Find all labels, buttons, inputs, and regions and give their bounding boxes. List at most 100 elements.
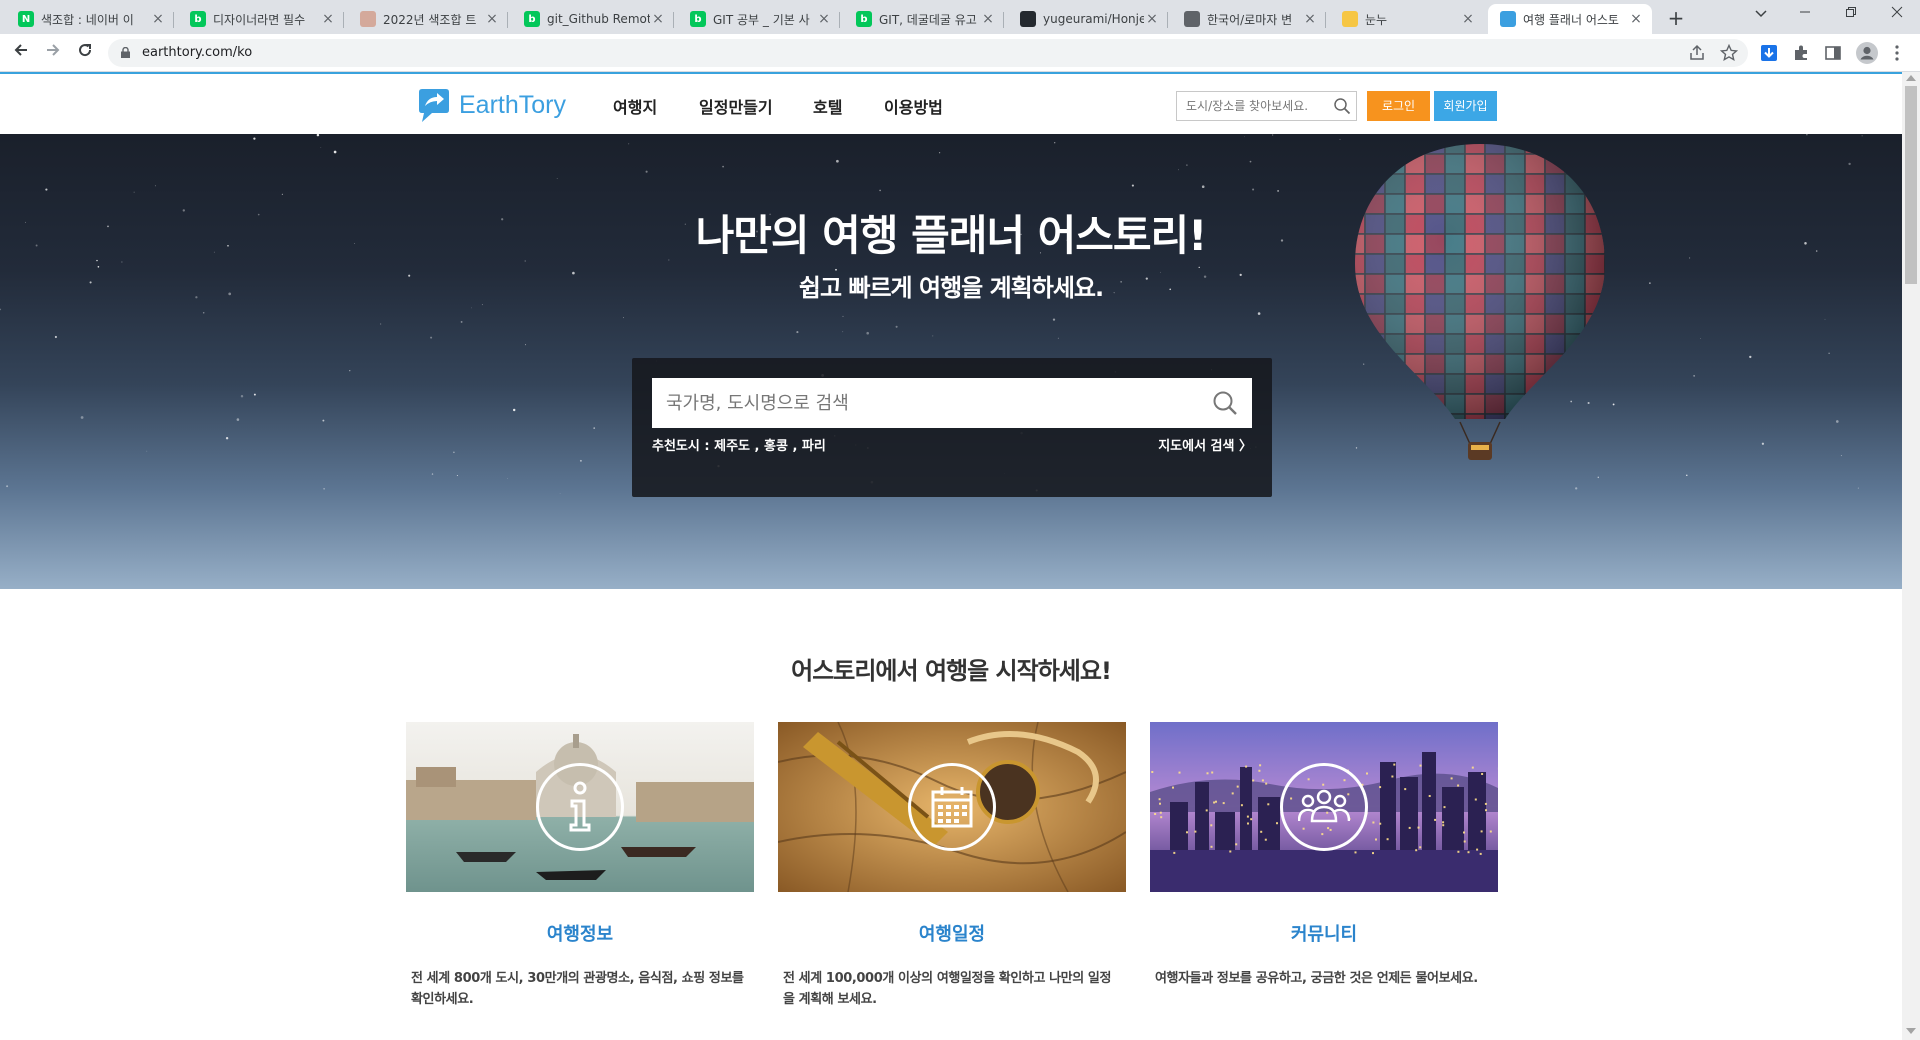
tab-title: 색조합 : 네이버 이 [41, 12, 134, 27]
forward-button[interactable] [40, 40, 66, 66]
venice-image [406, 722, 754, 892]
card-title[interactable]: 여행정보 [406, 920, 754, 946]
back-button[interactable] [8, 40, 34, 66]
browser-tab[interactable]: 2022년 색조합 트 × [348, 4, 508, 34]
recommended-city-hongkong[interactable]: 홍콩 [764, 439, 788, 454]
tab-close-icon[interactable]: × [980, 11, 996, 27]
community-icon [1298, 789, 1350, 823]
recommended-city-jeju[interactable]: 제주도 [714, 439, 750, 454]
header-search-input[interactable] [1177, 92, 1327, 120]
main-search-box: 추천도시 : 제주도 , 홍콩 , 파리 지도에서 검색 〉 [632, 358, 1272, 497]
search-icon[interactable] [1333, 97, 1351, 115]
minimize-button[interactable] [1782, 0, 1828, 30]
tab-separator [1325, 12, 1326, 28]
browser-tab[interactable]: b 디자이너라면 필수 × [178, 4, 344, 34]
browser-tab[interactable]: 한국어/로마자 변 × [1172, 4, 1326, 34]
tab-title: 여행 플래너 어스토 [1523, 12, 1619, 27]
nav-destinations[interactable]: 여행지 [613, 94, 657, 118]
tab-favicon-icon [1020, 11, 1036, 27]
close-window-button[interactable] [1874, 0, 1920, 30]
hero-banner: 나만의 여행 플래너 어스토리! 쉽고 빠르게 여행을 계획하세요. 추천도시 … [0, 134, 1902, 589]
restore-icon [1846, 7, 1856, 17]
extensions-icon[interactable] [1792, 44, 1810, 62]
card-travel-itinerary[interactable]: 여행일정 전 세계 100,000개 이상의 여행일정을 확인하고 나만의 일정… [778, 722, 1126, 1010]
browser-tab[interactable]: b git_Github Remote × [512, 4, 674, 34]
tab-close-icon[interactable]: × [1460, 11, 1476, 27]
tab-favicon-icon: b [524, 11, 540, 27]
download-icon[interactable] [1760, 44, 1778, 62]
login-button[interactable]: 로그인 [1367, 91, 1430, 121]
card-title[interactable]: 커뮤니티 [1150, 920, 1498, 946]
info-icon [569, 781, 591, 832]
close-icon [1891, 6, 1903, 18]
recommended-city-paris[interactable]: 파리 [802, 439, 826, 454]
card-description: 전 세계 800개 도시, 30만개의 관광명소, 음식점, 쇼핑 정보를 확인… [411, 971, 744, 1007]
browser-tab[interactable]: yugeurami/Honjec × [1008, 4, 1168, 34]
nav-hotel[interactable]: 호텔 [813, 94, 842, 118]
nav-how-to-use[interactable]: 이용방법 [884, 94, 943, 118]
scroll-up-arrow[interactable] [1906, 75, 1916, 81]
browser-tab-bar: N 색조합 : 네이버 이 × b 디자이너라면 필수 × 2022년 색조합 트 × b git… [0, 0, 1920, 34]
card-description: 전 세계 100,000개 이상의 여행일정을 확인하고 나만의 일정을 계획해… [783, 971, 1112, 1007]
browser-tab[interactable]: 눈누 × [1330, 4, 1484, 34]
tab-title: 눈누 [1365, 12, 1388, 27]
tab-favicon-icon [1500, 11, 1516, 27]
tab-close-icon[interactable]: × [650, 11, 666, 27]
tab-favicon-icon: b [190, 11, 206, 27]
more-menu-icon[interactable] [1888, 44, 1906, 62]
tab-favicon-icon [1342, 11, 1358, 27]
browser-tab[interactable]: b GIT 공부 _ 기본 사 × [678, 4, 840, 34]
tab-search-button[interactable] [1738, 0, 1784, 30]
scrollbar-thumb[interactable] [1905, 86, 1917, 284]
tab-title: GIT 공부 _ 기본 사 [713, 12, 810, 27]
tab-close-icon[interactable]: × [150, 11, 166, 27]
browser-tab[interactable]: 여행 플래너 어스토 × [1488, 4, 1652, 34]
recommended-cities: 추천도시 : 제주도 , 홍콩 , 파리 [652, 439, 826, 454]
tab-close-icon[interactable]: × [1302, 11, 1318, 27]
recommended-label: 추천도시 : [652, 439, 710, 454]
hero-subtitle: 쉽고 빠르게 여행을 계획하세요. [798, 274, 1104, 302]
header-search [1176, 91, 1357, 121]
address-bar[interactable]: earthtory.com/ko [108, 39, 1748, 67]
tab-title: GIT, 데굴데굴 유고 [879, 12, 977, 27]
url-text: earthtory.com/ko [142, 45, 253, 60]
scroll-down-arrow[interactable] [1906, 1028, 1916, 1034]
profile-avatar-icon[interactable] [1856, 42, 1878, 64]
tab-title: 한국어/로마자 변 [1207, 12, 1293, 27]
card-travel-info[interactable]: 여행정보 전 세계 800개 도시, 30만개의 관광명소, 음식점, 쇼핑 정… [406, 722, 754, 1010]
map-search-link[interactable]: 지도에서 검색 〉 [1158, 435, 1252, 454]
tab-separator [343, 12, 344, 28]
card-community[interactable]: 커뮤니티 여행자들과 정보를 공유하고, 궁금한 것은 언제든 물어보세요. [1150, 722, 1498, 989]
card-description: 여행자들과 정보를 공유하고, 궁금한 것은 언제든 물어보세요. [1155, 971, 1478, 986]
tab-close-icon[interactable]: × [484, 11, 500, 27]
tab-favicon-icon [1184, 11, 1200, 27]
tab-close-icon[interactable]: × [320, 11, 336, 27]
side-panel-icon[interactable] [1824, 44, 1842, 62]
browser-tab[interactable]: N 색조합 : 네이버 이 × [6, 4, 174, 34]
card-title[interactable]: 여행일정 [778, 920, 1126, 946]
share-icon[interactable] [1688, 44, 1706, 62]
tab-close-icon[interactable]: × [1628, 11, 1644, 27]
tab-close-icon[interactable]: × [1144, 11, 1160, 27]
tab-separator [507, 12, 508, 28]
community-icon-ring [1280, 763, 1368, 851]
tab-favicon-icon: b [690, 11, 706, 27]
main-search-input[interactable] [652, 378, 1192, 428]
bookmark-star-icon[interactable] [1720, 44, 1738, 62]
restore-button[interactable] [1828, 0, 1874, 30]
site-header: EarthTory 여행지 일정만들기 호텔 이용방법 로그인 회원가입 [0, 72, 1902, 134]
reload-button[interactable] [72, 40, 98, 66]
calendar-icon-ring [908, 763, 996, 851]
tab-favicon-icon: N [18, 11, 34, 27]
earthtory-logo[interactable]: EarthTory [416, 86, 566, 124]
page-scrollbar[interactable] [1902, 72, 1920, 1040]
tab-close-icon[interactable]: × [816, 11, 832, 27]
hongkong-skyline-image [1150, 722, 1498, 892]
search-icon[interactable] [1212, 390, 1238, 416]
browser-tab[interactable]: b GIT, 데굴데굴 유고 × [844, 4, 1004, 34]
tab-separator [1003, 12, 1004, 28]
nav-make-itinerary[interactable]: 일정만들기 [699, 94, 773, 118]
signup-button[interactable]: 회원가입 [1434, 91, 1497, 121]
minimize-icon [1800, 11, 1810, 13]
new-tab-button[interactable]: + [1662, 4, 1690, 32]
